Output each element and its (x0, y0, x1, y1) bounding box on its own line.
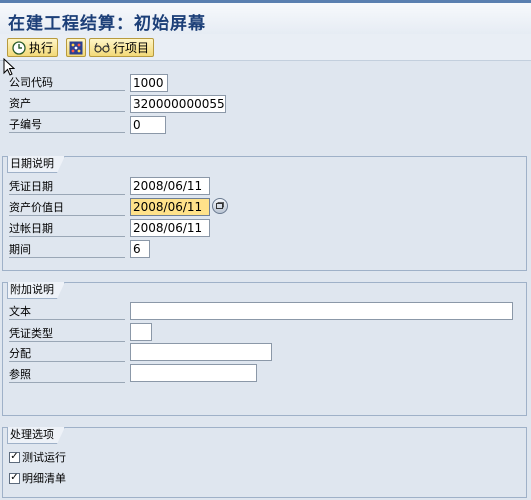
assignment-field[interactable] (130, 343, 272, 361)
clock-execute-icon (12, 40, 26, 55)
company-code-label: 公司代码 (9, 75, 125, 91)
dynamic-selection-icon (69, 41, 83, 55)
period-field[interactable]: 6 (130, 240, 150, 258)
date-section-title: 日期说明 (7, 156, 65, 173)
reference-field[interactable] (130, 364, 257, 382)
page-title: 在建工程结算：初始屏幕 (8, 14, 206, 34)
asset-value-date-field[interactable]: 2008/06/11 (130, 198, 210, 216)
detail-list-label: 明细清单 (22, 472, 66, 485)
period-label: 期间 (9, 242, 125, 258)
text-field[interactable] (130, 302, 513, 320)
document-type-field[interactable] (130, 323, 152, 341)
document-type-label: 凭证类型 (9, 326, 125, 342)
processing-section-frame: 处理选项 (2, 427, 527, 498)
document-date-field[interactable]: 2008/06/11 (130, 177, 210, 195)
reference-label: 参照 (9, 367, 125, 383)
test-run-check-icon: ✓ (9, 451, 20, 463)
processing-section-title: 处理选项 (7, 427, 65, 444)
line-items-label: 行项目 (113, 41, 150, 55)
sub-number-field[interactable]: 0 (130, 116, 166, 134)
execute-label: 执行 (29, 41, 54, 55)
value-help-icon (216, 200, 224, 213)
company-code-field[interactable]: 1000 (130, 74, 168, 92)
glasses-icon (94, 42, 110, 54)
document-date-label: 凭证日期 (9, 179, 125, 195)
test-run-checkbox[interactable]: ✓ 测试运行 (9, 449, 66, 465)
text-label: 文本 (9, 304, 125, 320)
posting-date-field[interactable]: 2008/06/11 (130, 219, 210, 237)
line-items-button[interactable]: 行项目 (89, 38, 155, 57)
asset-field[interactable]: 320000000055 (130, 95, 226, 113)
title-bar: 在建工程结算：初始屏幕 (0, 0, 531, 34)
execute-button[interactable]: 执行 (7, 38, 59, 57)
application-toolbar: 执行 行项目 (0, 34, 531, 61)
posting-date-label: 过帐日期 (9, 221, 125, 237)
detail-list-checkbox[interactable]: ✓ 明细清单 (9, 470, 66, 486)
test-run-label: 测试运行 (22, 451, 66, 464)
dynamic-selection-button[interactable] (66, 38, 86, 57)
value-help-button[interactable] (212, 198, 228, 214)
additional-section-title: 附加说明 (7, 282, 65, 299)
asset-label: 资产 (9, 96, 125, 112)
sub-number-label: 子编号 (9, 117, 125, 133)
assignment-label: 分配 (9, 346, 125, 362)
detail-list-check-icon: ✓ (9, 472, 20, 484)
asset-value-date-label: 资产价值日 (9, 200, 125, 216)
